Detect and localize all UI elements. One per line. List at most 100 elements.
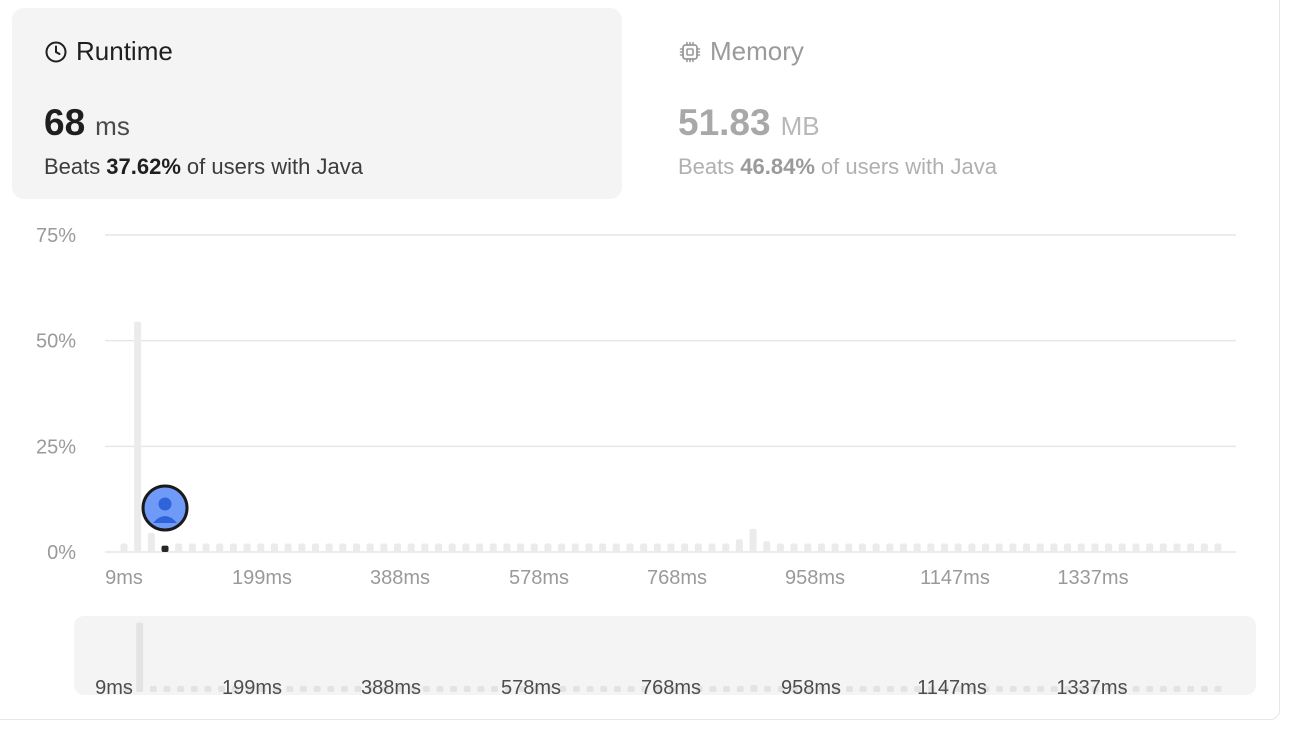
distribution-bar[interactable] bbox=[120, 543, 128, 552]
distribution-bar[interactable] bbox=[1077, 543, 1085, 552]
distribution-bar[interactable] bbox=[899, 543, 907, 552]
distribution-bar[interactable] bbox=[1200, 543, 1208, 552]
distribution-bar[interactable] bbox=[776, 543, 784, 552]
range-selector-bar bbox=[1132, 686, 1140, 692]
distribution-bar[interactable] bbox=[462, 543, 470, 552]
distribution-bar[interactable] bbox=[380, 543, 388, 552]
distribution-bar[interactable] bbox=[1036, 543, 1044, 552]
distribution-bar[interactable] bbox=[1132, 543, 1140, 552]
distribution-bar[interactable] bbox=[257, 543, 265, 552]
distribution-bar[interactable] bbox=[872, 543, 880, 552]
distribution-bar[interactable] bbox=[1009, 543, 1017, 552]
distribution-bar[interactable] bbox=[134, 321, 142, 552]
distribution-bar[interactable] bbox=[749, 528, 757, 552]
distribution-bar[interactable] bbox=[1105, 543, 1113, 552]
distribution-bar[interactable] bbox=[667, 543, 675, 552]
range-selector-bar bbox=[313, 686, 321, 692]
distribution-bar[interactable] bbox=[298, 543, 306, 552]
y-tick-label: 0% bbox=[47, 542, 76, 564]
distribution-bar[interactable] bbox=[681, 543, 689, 552]
distribution-bar[interactable] bbox=[763, 541, 771, 552]
distribution-bar[interactable] bbox=[1091, 543, 1099, 552]
distribution-bar[interactable] bbox=[284, 543, 292, 552]
distribution-bar[interactable] bbox=[804, 543, 812, 552]
distribution-bar[interactable] bbox=[489, 543, 497, 552]
distribution-bar[interactable] bbox=[913, 543, 921, 552]
range-selector-bar bbox=[750, 685, 758, 692]
distribution-bar[interactable] bbox=[640, 543, 648, 552]
range-selector-bar bbox=[204, 686, 212, 692]
range-selector-bar bbox=[873, 686, 881, 692]
distribution-bar[interactable] bbox=[653, 543, 661, 552]
distribution-bar[interactable] bbox=[995, 543, 1003, 552]
distribution-bar[interactable] bbox=[790, 543, 798, 552]
distribution-bar[interactable] bbox=[175, 543, 183, 552]
distribution-bar[interactable] bbox=[1118, 543, 1126, 552]
distribution-bar[interactable] bbox=[394, 543, 401, 552]
distribution-bar[interactable] bbox=[229, 543, 237, 552]
distribution-bar[interactable] bbox=[339, 543, 347, 552]
distribution-bar[interactable] bbox=[530, 543, 538, 552]
user-marker[interactable] bbox=[141, 484, 189, 532]
distribution-bar[interactable] bbox=[626, 543, 634, 552]
distribution-bar[interactable] bbox=[243, 543, 251, 552]
distribution-bar[interactable] bbox=[1159, 543, 1167, 552]
distribution-bar[interactable] bbox=[968, 543, 976, 552]
distribution-bar[interactable] bbox=[571, 543, 579, 552]
range-selector-label: 388ms bbox=[361, 677, 421, 699]
distribution-bar[interactable] bbox=[982, 543, 990, 552]
distribution-bar[interactable] bbox=[858, 543, 866, 552]
distribution-bar[interactable] bbox=[188, 543, 196, 552]
distribution-bar[interactable] bbox=[954, 543, 962, 552]
distribution-bar[interactable] bbox=[1214, 543, 1222, 552]
chart-bars[interactable] bbox=[120, 321, 1222, 552]
distribution-bar[interactable] bbox=[927, 543, 935, 552]
distribution-bar[interactable] bbox=[1064, 543, 1072, 552]
distribution-bar[interactable] bbox=[708, 543, 716, 552]
distribution-bar[interactable] bbox=[1023, 543, 1031, 552]
range-selector-label: 578ms bbox=[501, 677, 561, 699]
distribution-bar[interactable] bbox=[1187, 543, 1195, 552]
distribution-bar[interactable] bbox=[503, 543, 511, 552]
distribution-bar[interactable] bbox=[941, 543, 948, 552]
distribution-bar[interactable] bbox=[845, 543, 853, 552]
distribution-bar[interactable] bbox=[722, 543, 730, 552]
distribution-bar[interactable] bbox=[311, 543, 319, 552]
x-tick-label: 578ms bbox=[509, 567, 569, 589]
user-runtime-bar[interactable] bbox=[161, 545, 169, 552]
distribution-bar[interactable] bbox=[476, 543, 484, 552]
distribution-bar[interactable] bbox=[612, 543, 620, 552]
distribution-bar[interactable] bbox=[558, 543, 566, 552]
distribution-bar[interactable] bbox=[270, 543, 278, 552]
y-tick-label: 25% bbox=[36, 436, 76, 458]
distribution-bar[interactable] bbox=[1050, 543, 1058, 552]
distribution-bar[interactable] bbox=[325, 543, 333, 552]
range-selector-bar bbox=[764, 686, 772, 692]
range-selector-bar bbox=[1187, 686, 1195, 692]
distribution-bar[interactable] bbox=[1146, 543, 1154, 552]
distribution-bar[interactable] bbox=[544, 543, 552, 552]
distribution-bar[interactable] bbox=[352, 543, 360, 552]
range-selector-label: 9ms bbox=[95, 677, 133, 699]
range-selector[interactable]: 9ms 199ms 388ms 578ms 768ms 958ms 1147ms 1337ms bbox=[74, 616, 1256, 699]
distribution-bar[interactable] bbox=[421, 543, 429, 552]
distribution-bar[interactable] bbox=[694, 543, 702, 552]
distribution-bar[interactable] bbox=[599, 543, 607, 552]
distribution-bar[interactable] bbox=[216, 543, 224, 552]
x-tick-label: 1337ms bbox=[1057, 567, 1128, 589]
distribution-bar[interactable] bbox=[1173, 543, 1181, 552]
distribution-bar[interactable] bbox=[831, 543, 839, 552]
distribution-bar[interactable] bbox=[147, 532, 155, 552]
distribution-bar[interactable] bbox=[735, 539, 743, 552]
distribution-bar[interactable] bbox=[517, 543, 525, 552]
distribution-bar[interactable] bbox=[435, 543, 443, 552]
range-selector-bar bbox=[327, 686, 335, 692]
distribution-bar[interactable] bbox=[585, 543, 593, 552]
distribution-bar[interactable] bbox=[817, 543, 825, 552]
runtime-distribution-chart: 0% 25% 50% 75% 9ms 199ms 388ms 578ms 768ms 958ms… bbox=[36, 225, 1256, 699]
distribution-bar[interactable] bbox=[202, 543, 210, 552]
distribution-bar[interactable] bbox=[366, 543, 374, 552]
distribution-bar[interactable] bbox=[407, 543, 415, 552]
distribution-bar[interactable] bbox=[886, 543, 894, 552]
distribution-bar[interactable] bbox=[448, 543, 456, 552]
